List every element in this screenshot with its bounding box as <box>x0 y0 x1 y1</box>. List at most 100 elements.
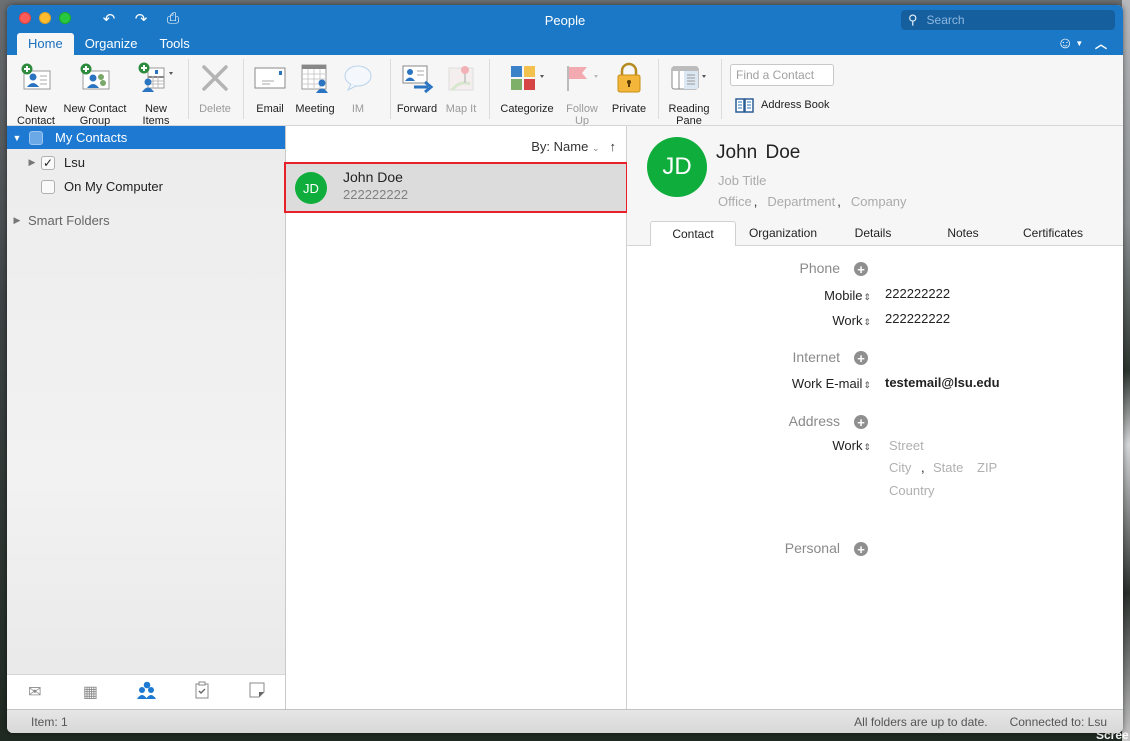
meeting-button[interactable]: Meeting <box>293 61 337 115</box>
zip-field[interactable]: ZIP <box>977 460 997 475</box>
flag-icon <box>562 61 602 95</box>
street-field[interactable]: Street <box>889 438 924 453</box>
phone-type-work[interactable]: Work⇕ <box>741 313 871 328</box>
forward-button[interactable]: Forward <box>395 61 439 115</box>
new-contact-group-button[interactable]: New Contact Group <box>61 61 129 127</box>
personal-section-label: Personal <box>784 540 840 556</box>
expand-triangle-icon[interactable]: ▶ <box>26 157 38 168</box>
folder-on-my-computer[interactable]: On My Computer <box>7 175 285 198</box>
item-count: Item: 1 <box>31 715 68 729</box>
module-switcher: ✉ ▦ <box>7 674 285 709</box>
sort-direction-arrow-icon[interactable]: ↑ <box>610 139 617 154</box>
list-item[interactable]: JD John Doe 222222222 <box>284 162 628 213</box>
mail-icon[interactable]: ✉ <box>20 682 50 702</box>
follow-up-button[interactable]: Follow Up <box>562 61 602 127</box>
search-placeholder: Search <box>926 13 965 27</box>
country-field[interactable]: Country <box>889 483 935 498</box>
my-contacts-checkbox[interactable] <box>29 130 43 145</box>
ribbon-separator <box>658 59 659 119</box>
envelope-icon <box>252 61 288 95</box>
map-pin-icon <box>443 61 479 95</box>
chevron-down-icon: ⌄ <box>591 143 600 153</box>
delete-button[interactable]: Delete <box>195 61 235 115</box>
phone-value-mobile[interactable]: 222222222 <box>885 286 950 301</box>
smart-folders[interactable]: ▶ Smart Folders <box>7 209 285 232</box>
tab-details[interactable]: Details <box>830 221 916 246</box>
contact-header: JD John Doe Job Title Office, Department,… <box>627 126 1123 246</box>
categorize-button[interactable]: Categorize <box>497 61 557 115</box>
title-bar: ↶ ↷ ⎙ People ⚲ Search Home Organize Tool… <box>7 5 1123 55</box>
address-book-button[interactable]: Address Book <box>735 97 829 113</box>
expand-triangle-icon[interactable]: ▶ <box>11 215 23 226</box>
company-field[interactable]: Company <box>851 194 907 209</box>
tab-contact[interactable]: Contact <box>650 221 736 246</box>
connection-status: Connected to: Lsu <box>1009 715 1107 729</box>
phone-section-label: Phone <box>799 260 840 276</box>
job-title-field[interactable]: Job Title <box>718 173 766 188</box>
calendar-icon[interactable]: ▦ <box>75 682 105 702</box>
tab-home[interactable]: Home <box>17 33 74 55</box>
new-contact-button[interactable]: New Contact <box>13 61 59 127</box>
department-field[interactable]: Department <box>767 194 835 209</box>
tasks-icon[interactable] <box>187 681 217 704</box>
find-contact-input[interactable]: Find a Contact <box>730 64 834 86</box>
ribbon-separator <box>188 59 189 119</box>
tab-organize[interactable]: Organize <box>74 33 149 55</box>
status-bar: Item: 1 All folders are up to date. Conn… <box>7 709 1123 733</box>
tab-tools[interactable]: Tools <box>148 33 200 55</box>
collapse-ribbon-button[interactable]: ︿ <box>1095 35 1107 52</box>
city-field[interactable]: City <box>889 460 911 475</box>
feedback-smiley-button[interactable]: ☺ ▼ <box>1057 35 1083 53</box>
forward-contact-icon <box>395 61 439 95</box>
map-it-button[interactable]: Map It <box>443 61 479 115</box>
ribbon-separator <box>489 59 490 119</box>
sort-by-dropdown[interactable]: By: Name ⌄ <box>531 139 599 154</box>
up-down-chevron-icon: ⇕ <box>863 292 871 302</box>
contact-full-name[interactable]: John Doe <box>716 142 800 164</box>
tab-organization[interactable]: Organization <box>736 221 830 246</box>
add-personal-icon[interactable]: + <box>854 542 868 556</box>
phone-type-mobile[interactable]: Mobile⇕ <box>741 288 871 303</box>
meeting-calendar-icon <box>293 61 337 95</box>
ribbon-tabs: Home Organize Tools <box>17 33 201 55</box>
desktop-background <box>1122 0 1130 741</box>
add-phone-icon[interactable]: + <box>854 262 868 276</box>
internet-section-label: Internet <box>792 349 840 365</box>
ribbon-separator <box>721 59 722 119</box>
address-type-work[interactable]: Work⇕ <box>741 438 871 453</box>
notes-icon[interactable] <box>242 682 272 703</box>
search-input[interactable]: ⚲ Search <box>901 10 1115 30</box>
ribbon-separator <box>243 59 244 119</box>
new-items-button[interactable]: New Items <box>133 61 179 127</box>
contact-list-pane: By: Name ⌄ ↑ JD John Doe 222222222 <box>284 126 628 709</box>
new-contact-group-icon <box>61 61 129 95</box>
add-internet-icon[interactable]: + <box>854 351 868 365</box>
contact-phone: 222222222 <box>343 187 409 202</box>
smiley-icon: ☺ <box>1057 35 1074 52</box>
state-field[interactable]: State <box>933 460 963 475</box>
lsu-checkbox[interactable]: ✓ <box>41 155 55 170</box>
phone-value-work[interactable]: 222222222 <box>885 311 950 326</box>
folder-lsu[interactable]: ▶ ✓ Lsu <box>7 151 285 174</box>
expand-triangle-icon[interactable]: ▼ <box>11 133 23 143</box>
email-type-work[interactable]: Work E-mail⇕ <box>741 376 871 391</box>
private-button[interactable]: Private <box>607 61 651 115</box>
city-state-comma: , <box>921 460 925 475</box>
on-my-computer-checkbox[interactable] <box>41 179 55 194</box>
detail-tabs: Contact Organization Details Notes Certi… <box>650 221 1096 246</box>
folder-my-contacts[interactable]: ▼ My Contacts <box>7 126 285 149</box>
reading-pane-button[interactable]: Reading Pane <box>665 61 713 127</box>
avatar[interactable]: JD <box>647 137 707 197</box>
address-section-label: Address <box>788 413 840 429</box>
office-field[interactable]: Office <box>718 194 752 209</box>
tab-certificates[interactable]: Certificates <box>1010 221 1096 246</box>
add-address-icon[interactable]: + <box>854 415 868 429</box>
avatar: JD <box>295 172 327 204</box>
people-icon[interactable] <box>131 681 161 704</box>
sort-bar: By: Name ⌄ ↑ <box>531 139 616 154</box>
ribbon: New Contact New Contact Group New Items … <box>7 55 1123 127</box>
im-button[interactable]: IM <box>343 61 373 115</box>
email-button[interactable]: Email <box>252 61 288 115</box>
tab-notes[interactable]: Notes <box>916 221 1010 246</box>
email-value-work[interactable]: testemail@lsu.edu <box>885 375 1000 390</box>
